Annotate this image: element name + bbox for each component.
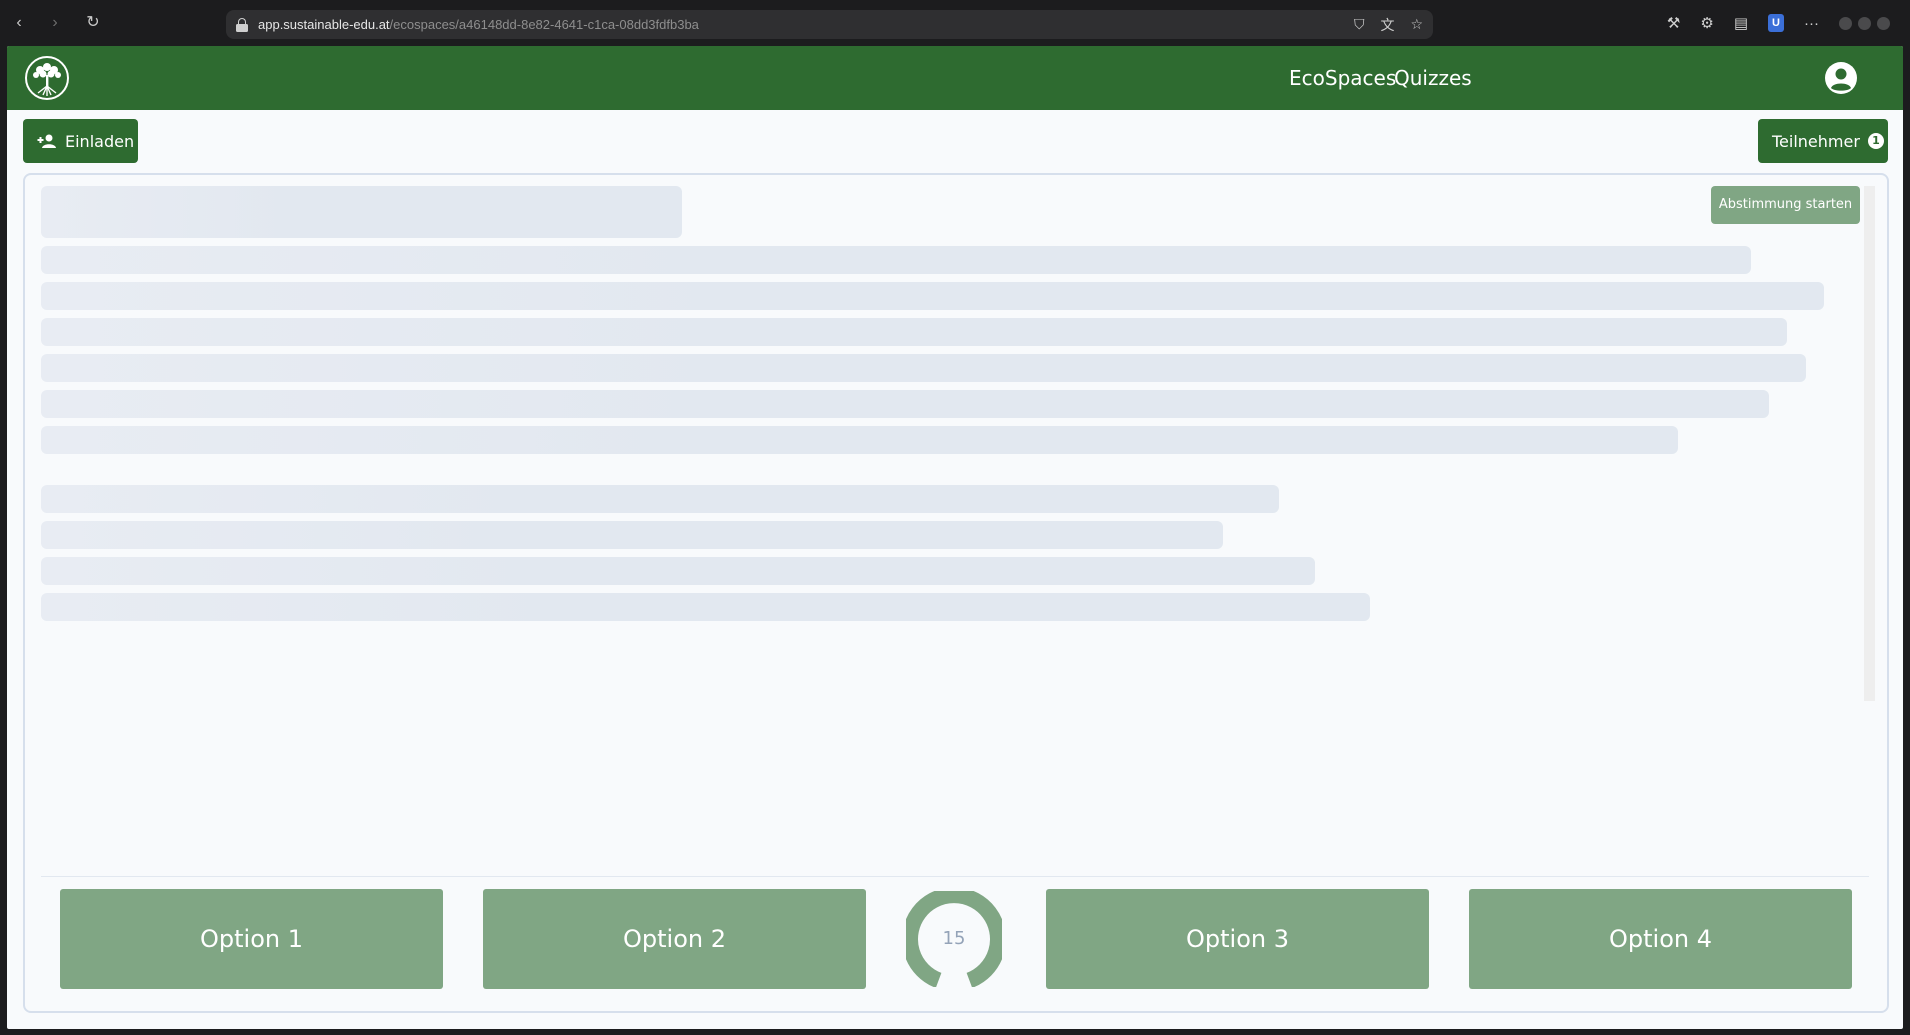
option-4-button[interactable]: Option 4 — [1469, 889, 1852, 989]
skeleton-line — [41, 282, 1824, 310]
skeleton-title — [41, 186, 682, 238]
nav-ecospaces[interactable]: EcoSpaces — [1289, 66, 1396, 90]
option-2-button[interactable]: Option 2 — [483, 889, 866, 989]
skeleton-line — [41, 593, 1370, 621]
star-icon[interactable]: ☆ — [1410, 16, 1423, 33]
skeleton-line — [41, 521, 1223, 549]
option-1-button[interactable]: Option 1 — [60, 889, 443, 989]
invite-button[interactable]: Einladen — [23, 119, 138, 163]
window-controls[interactable] — [1839, 16, 1890, 30]
participants-label: Teilnehmer — [1772, 131, 1860, 151]
extension-badge-icon[interactable]: U — [1768, 14, 1784, 32]
countdown-timer: 15 — [902, 887, 1006, 988]
app-header: EcoSpaces Quizzes — [7, 46, 1903, 110]
skeleton-line — [41, 318, 1787, 346]
translate-icon[interactable]: 文 — [1380, 15, 1394, 35]
shield-icon[interactable]: ⛉ — [1354, 16, 1365, 33]
divider — [41, 876, 1869, 877]
more-menu-icon[interactable]: ··· — [1804, 15, 1819, 32]
scrollbar[interactable] — [1864, 186, 1875, 701]
browser-window: ‹ › ↻ app.sustainable-edu.at/ecospaces/a… — [0, 0, 1910, 1035]
url-host: app.sustainable-edu.at — [258, 17, 390, 32]
tools-icon[interactable]: ⚒ — [1667, 14, 1680, 32]
participants-count-badge: 1 — [1867, 133, 1884, 149]
skeleton-line — [41, 354, 1806, 382]
browser-toolbar: ‹ › ↻ app.sustainable-edu.at/ecospaces/a… — [0, 0, 1910, 46]
skeleton-line — [41, 557, 1315, 585]
option-3-button[interactable]: Option 3 — [1046, 889, 1429, 989]
skeleton-line — [41, 246, 1751, 274]
reload-icon[interactable]: ↻ — [82, 12, 104, 34]
page-viewport: EcoSpaces Quizzes Einladen Teilnehmer 1 … — [7, 46, 1903, 1029]
nav-quizzes[interactable]: Quizzes — [1394, 66, 1472, 90]
forward-icon[interactable]: › — [44, 12, 66, 34]
url-path: /ecospaces/a46148dd-8e82-4641-c1ca-08dd3… — [389, 17, 699, 32]
reader-icon[interactable]: ▤ — [1734, 14, 1748, 32]
address-bar[interactable]: app.sustainable-edu.at/ecospaces/a46148d… — [226, 10, 1433, 39]
account-icon[interactable] — [1824, 61, 1858, 95]
skeleton-line — [41, 426, 1678, 454]
lock-icon — [236, 17, 248, 32]
skeleton-line — [41, 485, 1279, 513]
url-text: app.sustainable-edu.at/ecospaces/a46148d… — [258, 17, 699, 32]
extensions-icon[interactable]: ⚙ — [1700, 14, 1713, 32]
invite-label: Einladen — [65, 131, 135, 151]
timer-value: 15 — [942, 928, 966, 949]
tree-logo-icon[interactable] — [24, 53, 70, 103]
back-icon[interactable]: ‹ — [8, 12, 30, 34]
participants-button[interactable]: Teilnehmer 1 — [1758, 119, 1888, 163]
skeleton-line — [41, 390, 1769, 418]
start-vote-button[interactable]: Abstimmung starten — [1711, 186, 1860, 224]
question-card: Abstimmung starten Option 1 Option 2 15 — [23, 173, 1889, 1013]
add-person-icon — [37, 134, 56, 148]
